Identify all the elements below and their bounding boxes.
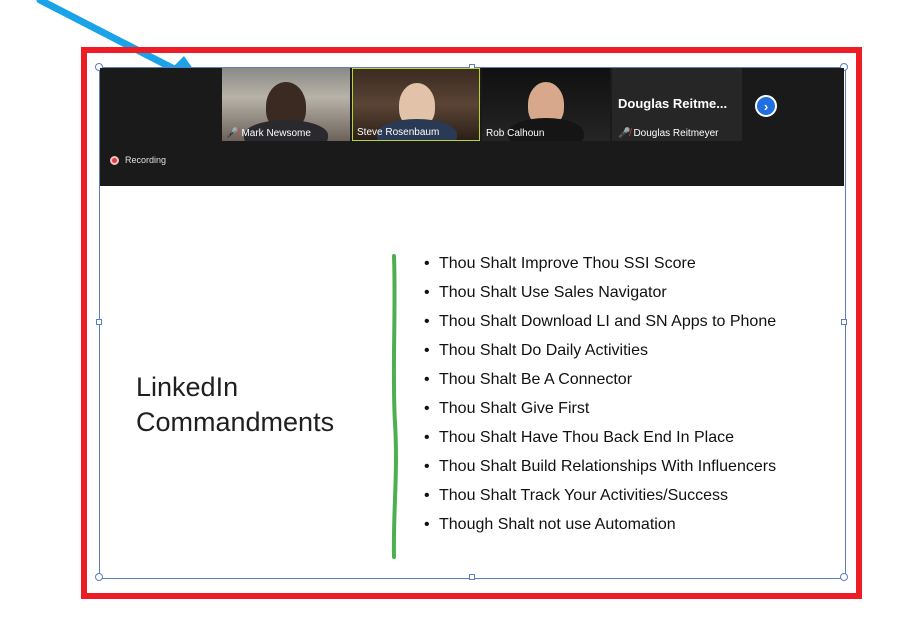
list-item: Thou Shalt Have Thou Back End In Place [424,423,776,452]
resize-handle-bottom-right[interactable] [840,573,848,581]
meeting-video-strip: 🎤̸ Mark Newsome Steve Rosenbaum Rob Calh… [100,68,844,186]
participant-display-name: Douglas Reitme... [618,96,728,111]
microphone-muted-icon: 🎤̸ [226,128,239,139]
resize-handle-bottom[interactable] [469,574,475,580]
participant-name-label: Steve Rosenbaum [357,127,440,138]
list-item: Thou Shalt Use Sales Navigator [424,278,776,307]
list-item: Though Shalt not use Automation [424,510,776,539]
participant-name-label: Rob Calhoun [486,128,545,139]
next-participants-button[interactable]: › [755,95,777,117]
resize-handle-right[interactable] [841,319,847,325]
slide-title-line: LinkedIn [136,372,239,402]
slide-title-line: Commandments [136,407,335,437]
participant-tile[interactable]: 🎤̸ Mark Newsome [222,68,350,141]
list-item: Thou Shalt Download LI and SN Apps to Ph… [424,307,776,336]
microphone-muted-icon: 🎤̸ [618,128,631,139]
recording-dot-icon [110,155,119,165]
recording-indicator: Recording [110,155,166,165]
participant-tile-no-video[interactable]: Douglas Reitme... 🎤̸ Douglas Reitmeyer [612,68,742,141]
list-item: Thou Shalt Build Relationships With Infl… [424,452,776,481]
slide-title: LinkedIn Commandments [136,370,334,440]
participant-tile-active-speaker[interactable]: Steve Rosenbaum [352,68,480,141]
commandments-list: Thou Shalt Improve Thou SSI Score Thou S… [424,249,776,539]
resize-handle-bottom-left[interactable] [95,573,103,581]
list-item: Thou Shalt Give First [424,394,776,423]
participant-tile[interactable]: Rob Calhoun [482,68,610,141]
accent-divider-line [391,254,398,559]
list-item: Thou Shalt Be A Connector [424,365,776,394]
list-item: Thou Shalt Track Your Activities/Success [424,481,776,510]
chevron-right-icon: › [763,98,769,114]
list-item: Thou Shalt Improve Thou SSI Score [424,249,776,278]
participant-name-label: 🎤̸ Douglas Reitmeyer [618,128,719,139]
participant-name-label: 🎤̸ Mark Newsome [226,128,311,139]
resize-handle-left[interactable] [96,319,102,325]
list-item: Thou Shalt Do Daily Activities [424,336,776,365]
